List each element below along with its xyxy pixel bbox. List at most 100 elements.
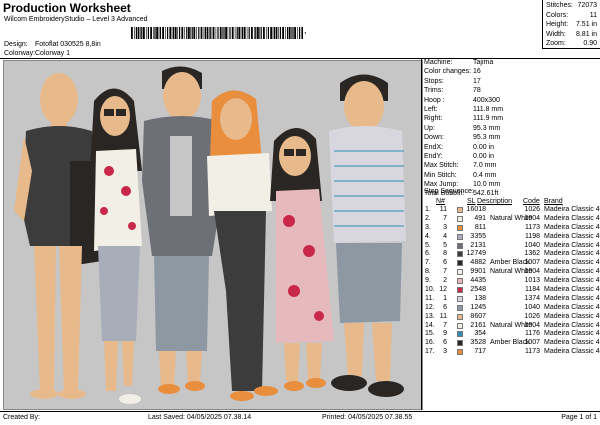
color-code: 1026 (524, 312, 540, 320)
stitch-length: 1245 (470, 303, 486, 311)
color-swatch (457, 287, 463, 294)
stop-index: 4. (425, 232, 431, 240)
thread-brand: Madeira Classic 40 (544, 241, 600, 249)
barcode-bar (273, 27, 275, 39)
barcode-bar (188, 27, 190, 39)
info-row: Down: 95.3 mm (424, 133, 600, 142)
color-code: 1004 (524, 268, 540, 276)
barcode-bar (174, 27, 177, 39)
color-code: 1173 (524, 223, 540, 231)
header-num: N# (436, 198, 445, 205)
needle-number: 2 (443, 277, 447, 285)
barcode-bar (282, 27, 284, 39)
info-key: Left: (424, 105, 438, 113)
barcode-bar (266, 27, 267, 39)
barcode-bar (270, 27, 272, 39)
barcode-bar (181, 27, 184, 39)
info-key: Trims: (424, 87, 444, 95)
design-preview (3, 60, 423, 410)
stitch-length: 3355 (470, 232, 486, 240)
figure-man-striped-polo (329, 74, 406, 397)
figure-woman-white-top (207, 90, 278, 401)
info-key: Up: (424, 124, 435, 132)
stop-index: 1. (425, 206, 431, 213)
needle-number: 11 (439, 206, 447, 213)
barcode-bar (297, 27, 298, 39)
design-value: Fotoflat 030525 8,8in (35, 41, 101, 48)
info-key: Right: (424, 115, 443, 123)
info-row: Max Stitch: 7.0 mm (424, 161, 600, 170)
color-code: 1176 (524, 330, 540, 338)
table-row: 17. 3 717 1173 Madeira Classic 40 (424, 348, 600, 357)
vertical-divider (421, 58, 422, 410)
thread-brand: Madeira Classic 40 (544, 312, 600, 320)
barcode-bar (193, 27, 196, 39)
footer: Created By: Last Saved: 04/05/2025 07.38… (0, 411, 600, 425)
barcode-bar (171, 27, 173, 39)
thread-brand: Madeira Classic 40 (544, 232, 600, 240)
table-row: 5. 5 2131 1040 Madeira Classic 40 (424, 242, 600, 251)
stitch-length: 138 (474, 294, 486, 302)
barcode-bar (198, 27, 200, 39)
barcode-bar (206, 27, 209, 39)
info-key: EndY: (424, 152, 443, 160)
barcode-bar (184, 27, 185, 39)
stitch-length: 2161 (470, 321, 486, 329)
barcode-bar (278, 27, 279, 39)
barcode-bar (238, 27, 241, 39)
stitch-length: 2131 (470, 241, 486, 249)
table-row: 9. 2 4435 1013 Madeira Classic 40 (424, 277, 600, 286)
stitch-length: 2548 (470, 286, 486, 294)
needle-number: 3 (443, 348, 447, 356)
stat-zoom: Zoom: 0.90 (546, 40, 597, 48)
color-swatch (457, 215, 463, 222)
barcode-bar (231, 27, 234, 39)
barcode-bar (159, 27, 161, 39)
stop-index: 11. (425, 294, 435, 302)
barcode-bar (146, 27, 147, 39)
table-row: 12. 6 1245 1040 Madeira Classic 40 (424, 304, 600, 313)
info-value: 111.8 mm (473, 105, 504, 113)
thread-brand: Madeira Classic 40 (544, 259, 600, 267)
barcode-bar (223, 27, 225, 39)
page-title: Production Worksheet (3, 1, 131, 15)
info-value: 0.00 in (473, 152, 495, 160)
barcode-bar (229, 27, 231, 39)
stop-index: 13. (425, 312, 435, 320)
stop-index: 15. (425, 330, 435, 338)
barcode-bar (255, 27, 257, 39)
table-row: 2. 7 491 Natural White 1004 Madeira Classic 4… (424, 215, 600, 224)
stitch-length: 3528 (470, 339, 486, 347)
info-value: 95.3 mm (473, 124, 501, 132)
barcode-bar (299, 27, 301, 39)
barcode-bar (259, 27, 260, 39)
barcode-bar (177, 27, 178, 39)
stop-index: 10. (425, 286, 435, 294)
stitch-length: 354 (474, 330, 486, 338)
info-value: 17 (473, 77, 481, 85)
info-key: Down: (424, 134, 444, 142)
stats-panel: Stitches: 72073 Colors: 11 Height: 7.51 in … (543, 1, 600, 49)
barcode-bar (275, 27, 278, 39)
info-key: Stops: (424, 77, 444, 85)
barcode-bar (135, 27, 137, 39)
barcode-bar (156, 27, 158, 39)
barcode-bar (248, 27, 250, 39)
needle-number: 12 (439, 286, 447, 294)
table-row: 8. 7 9901 Natural White 1004 Madeira Classic … (424, 268, 600, 277)
info-row: EndY: 0.00 in (424, 152, 600, 161)
stop-sequence-header: N# SL Description Code Brand (424, 197, 600, 206)
barcode-bar (162, 27, 164, 39)
info-row: Min Stitch: 0.4 mm (424, 171, 600, 180)
info-value: 0.4 mm (473, 171, 497, 179)
color-swatch (457, 242, 463, 249)
barcode-bar (203, 27, 205, 39)
needle-number: 6 (443, 303, 447, 311)
info-row: Right: 111.9 mm (424, 114, 600, 123)
stitch-length: 16018 (466, 206, 486, 213)
barcode-bar (294, 27, 296, 39)
table-row: 4. 4 3355 1198 Madeira Classic 40 (424, 233, 600, 242)
barcode-bar (263, 27, 265, 39)
thread-brand: Madeira Classic 40 (544, 250, 600, 258)
barcode-bar (240, 27, 242, 39)
